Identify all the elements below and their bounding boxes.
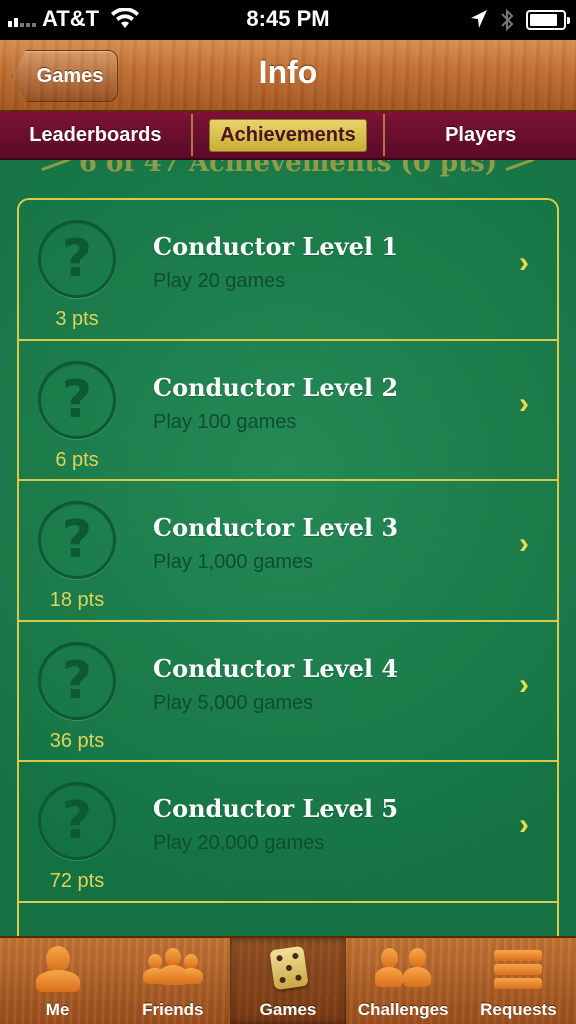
achievement-title: Conductor Level 5 bbox=[153, 794, 399, 823]
tab-label: Requests bbox=[480, 1000, 557, 1019]
bluetooth-icon bbox=[501, 8, 514, 32]
battery-icon bbox=[526, 10, 570, 30]
achievements-content[interactable]: 6 of 47 Achievements (0 pts) ? 3 pts Con… bbox=[0, 160, 576, 936]
summary-text: 6 of 47 Achievements (0 pts) bbox=[78, 160, 498, 178]
achievements-summary: 6 of 47 Achievements (0 pts) bbox=[0, 160, 576, 178]
achievement-row[interactable]: ? 72 pts Conductor Level 5 Play 20,000 g… bbox=[19, 762, 557, 903]
chevron-right-icon: › bbox=[519, 527, 529, 560]
tab-label: Challenges bbox=[357, 1000, 449, 1019]
achievement-points: 72 pts bbox=[49, 870, 105, 892]
question-mark-icon: ? bbox=[38, 220, 116, 298]
requests-icon bbox=[488, 942, 548, 996]
tab-label: Achievements bbox=[209, 118, 367, 152]
achievement-description: Play 5,000 games bbox=[153, 691, 314, 714]
segmented-control: Leaderboards Achievements Players bbox=[0, 112, 576, 160]
status-bar: AT&T 8:45 PM bbox=[0, 0, 576, 40]
status-right bbox=[470, 8, 570, 32]
battery-fill bbox=[530, 14, 558, 26]
tab-label: Friends bbox=[142, 1000, 204, 1019]
achievement-row-partial[interactable] bbox=[19, 903, 557, 937]
question-mark-icon: ? bbox=[38, 641, 116, 720]
achievements-list: ? 3 pts Conductor Level 1 Play 20 games … bbox=[17, 198, 559, 936]
achievement-row[interactable]: ? 36 pts Conductor Level 4 Play 5,000 ga… bbox=[19, 622, 557, 762]
achievement-title: Conductor Level 2 bbox=[153, 372, 399, 402]
question-mark-icon: ? bbox=[38, 782, 116, 860]
achievement-points: 18 pts bbox=[49, 589, 105, 611]
navigation-bar: Games Info bbox=[0, 40, 576, 112]
achievement-row[interactable]: ? 3 pts Conductor Level 1 Play 20 games … bbox=[19, 200, 557, 341]
chevron-right-icon: › bbox=[519, 246, 529, 279]
tab-leaderboards[interactable]: Leaderboards bbox=[0, 112, 191, 158]
achievement-title: Conductor Level 4 bbox=[153, 653, 399, 683]
tab-friends[interactable]: Friends bbox=[115, 938, 230, 1024]
chevron-right-icon: › bbox=[519, 667, 529, 701]
page-title: Info bbox=[258, 54, 318, 90]
achievement-description: Play 20,000 games bbox=[153, 832, 325, 854]
tab-players[interactable]: Players bbox=[385, 112, 576, 158]
summary-decoration-right bbox=[505, 160, 535, 171]
question-mark-icon: ? bbox=[38, 360, 116, 439]
tab-challenges[interactable]: Challenges bbox=[346, 938, 461, 1024]
achievement-points: 36 pts bbox=[49, 729, 105, 752]
chevron-right-icon: › bbox=[519, 808, 529, 841]
tab-bar: Me Friends Games Challenges Requests bbox=[0, 936, 576, 1024]
achievement-row[interactable]: ? 6 pts Conductor Level 2 Play 100 games… bbox=[19, 341, 557, 481]
achievement-title: Conductor Level 1 bbox=[153, 232, 399, 261]
tab-label: Leaderboards bbox=[29, 123, 162, 146]
tab-label: Players bbox=[445, 123, 517, 146]
location-arrow-icon bbox=[471, 10, 487, 28]
chevron-right-icon: › bbox=[519, 386, 529, 420]
summary-decoration-left bbox=[41, 160, 71, 171]
achievement-description: Play 100 games bbox=[153, 410, 297, 433]
tab-achievements[interactable]: Achievements bbox=[193, 112, 384, 158]
achievement-description: Play 1,000 games bbox=[153, 551, 314, 573]
dice-icon bbox=[258, 942, 318, 996]
tab-requests[interactable]: Requests bbox=[461, 938, 576, 1024]
tab-label: Me bbox=[45, 1000, 70, 1019]
challenges-icon bbox=[373, 942, 433, 996]
achievement-points: 6 pts bbox=[55, 448, 99, 471]
achievement-description: Play 20 games bbox=[153, 270, 286, 292]
tab-games[interactable]: Games bbox=[230, 938, 346, 1024]
friends-icon bbox=[142, 942, 203, 996]
achievement-row[interactable]: ? 18 pts Conductor Level 3 Play 1,000 ga… bbox=[19, 481, 557, 622]
tab-me[interactable]: Me bbox=[0, 938, 115, 1024]
achievement-title: Conductor Level 3 bbox=[153, 513, 399, 542]
segment-divider bbox=[383, 114, 386, 156]
achievement-points: 3 pts bbox=[55, 308, 99, 330]
question-mark-icon: ? bbox=[38, 501, 116, 579]
person-icon bbox=[28, 942, 88, 996]
segment-divider bbox=[190, 114, 193, 156]
tab-label: Games bbox=[259, 1000, 317, 1019]
